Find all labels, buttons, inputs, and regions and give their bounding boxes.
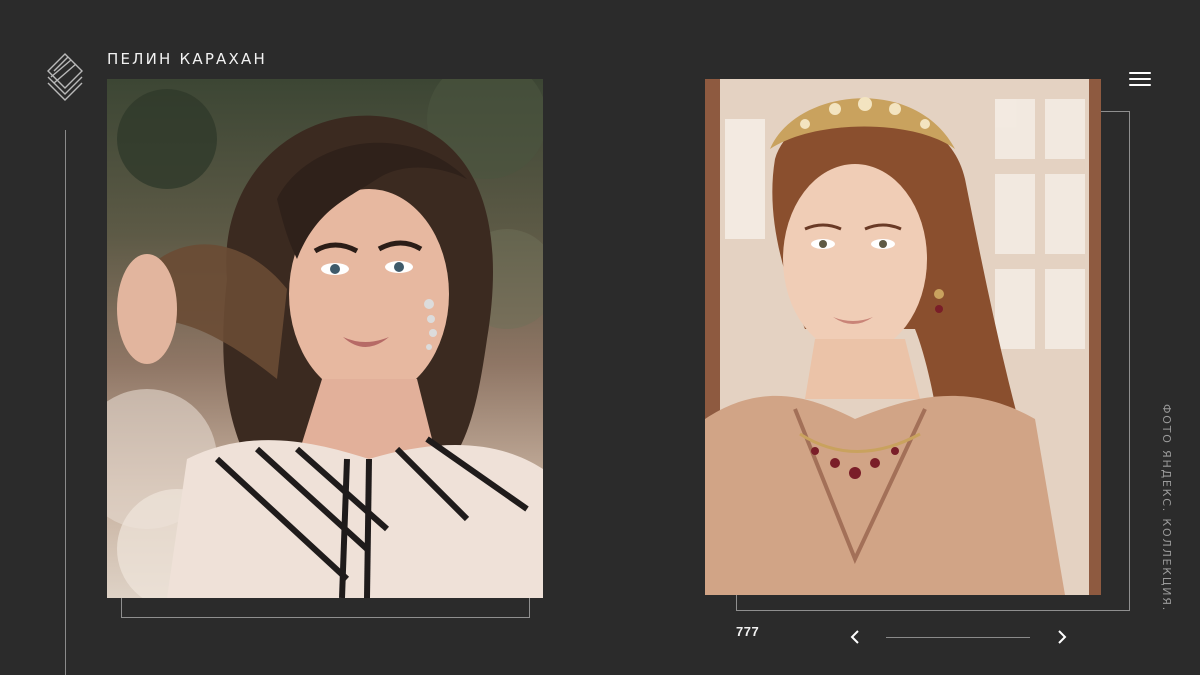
- slide-counter: 777: [736, 624, 760, 639]
- hamburger-menu-icon[interactable]: [1128, 70, 1152, 88]
- chevron-right-icon[interactable]: [1055, 629, 1069, 645]
- left-divider-line: [65, 130, 66, 675]
- chevron-left-icon[interactable]: [848, 629, 862, 645]
- diamond-stack-logo-icon[interactable]: [46, 52, 84, 102]
- photo-credit-caption: ФОТО ЯНДЕКС. КОЛЛЕКЦИЯ.: [1160, 404, 1173, 613]
- page-title: ПЕЛИН КАРАХАН: [107, 50, 267, 68]
- left-portrait-photo: [107, 79, 543, 598]
- right-portrait-photo: [705, 79, 1101, 595]
- slider-progress-line: [886, 637, 1030, 638]
- page: ПЕЛИН КАРАХАН ФОТО ЯНДЕКС. КОЛЛЕКЦИЯ. 77…: [0, 0, 1200, 675]
